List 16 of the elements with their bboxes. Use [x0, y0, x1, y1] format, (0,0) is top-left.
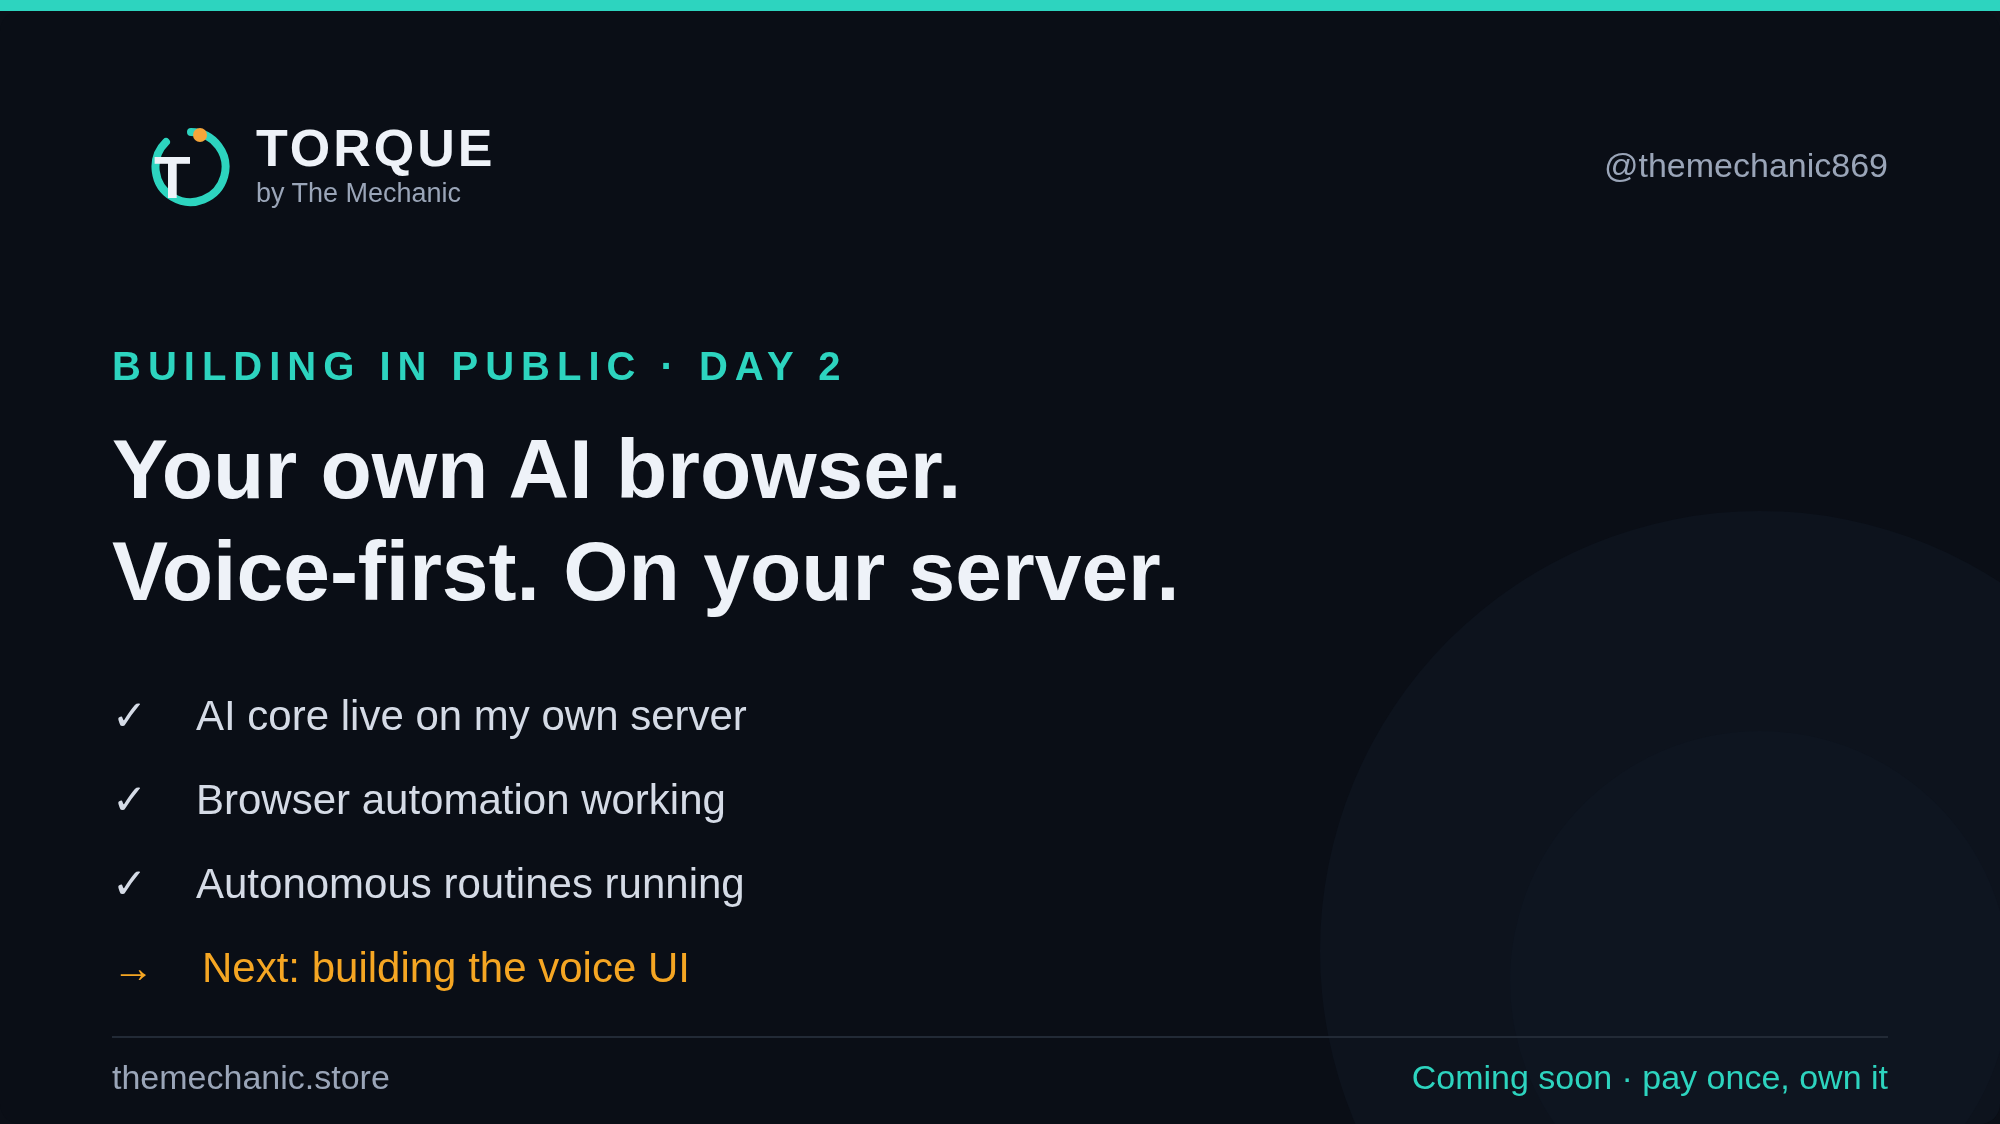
- arrow-icon: →: [112, 941, 162, 994]
- website-link[interactable]: themechanic.store: [112, 1052, 390, 1103]
- checkmark-icon: ✓: [112, 773, 162, 826]
- checkmark-icon: ✓: [112, 689, 162, 742]
- headline-line: Voice-first. On your server.: [112, 523, 1180, 620]
- progress-item-text: AI core live on my own server: [196, 691, 747, 741]
- progress-item-text: Autonomous routines running: [196, 859, 745, 909]
- next-step-text: Next: building the voice UI: [202, 943, 690, 993]
- checkmark-icon: ✓: [112, 857, 162, 910]
- tagline: Coming soon · pay once, own it: [1411, 1057, 1888, 1098]
- headline-line: Your own AI browser.: [112, 421, 962, 518]
- eyebrow-label: BUILDING IN PUBLIC · DAY 2: [112, 343, 849, 390]
- progress-item-text: Browser automation working: [196, 775, 726, 825]
- social-handle: @themechanic869: [1603, 144, 1888, 186]
- brand-name: TORQUE: [256, 120, 496, 176]
- brand-byline: by The Mechanic: [256, 177, 463, 210]
